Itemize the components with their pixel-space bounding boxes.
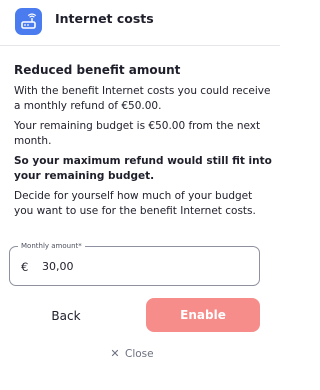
remaining-budget-text: Your remaining budget is €50.00 from the… xyxy=(14,120,261,147)
monthly-amount-field[interactable]: Monthly amount* € 30,00 xyxy=(9,241,260,286)
benefit-dialog: Internet costs Reduced benefit amount Wi… xyxy=(0,0,280,390)
router-icon xyxy=(15,8,42,35)
dialog-body: Reduced benefit amount With the benefit … xyxy=(14,62,272,224)
refund-info-text: With the benefit Internet costs you coul… xyxy=(14,85,271,112)
dialog-title: Internet costs xyxy=(55,11,154,26)
budget-decision-text: Decide for yourself how much of your bud… xyxy=(14,190,256,217)
section-title: Reduced benefit amount xyxy=(14,63,181,77)
currency-symbol: € xyxy=(21,260,29,274)
monthly-amount-label: Monthly amount* xyxy=(18,241,85,252)
close-icon: ✕ xyxy=(110,347,120,360)
close-label: Close xyxy=(125,348,154,360)
back-button[interactable]: Back xyxy=(30,299,102,333)
max-refund-note: So your maximum refund would still fit i… xyxy=(14,155,272,182)
monthly-amount-input[interactable]: 30,00 xyxy=(42,259,74,275)
close-button[interactable]: ✕ Close xyxy=(108,345,172,363)
enable-button[interactable]: Enable xyxy=(146,298,260,332)
dialog-header: Internet costs xyxy=(0,0,280,46)
